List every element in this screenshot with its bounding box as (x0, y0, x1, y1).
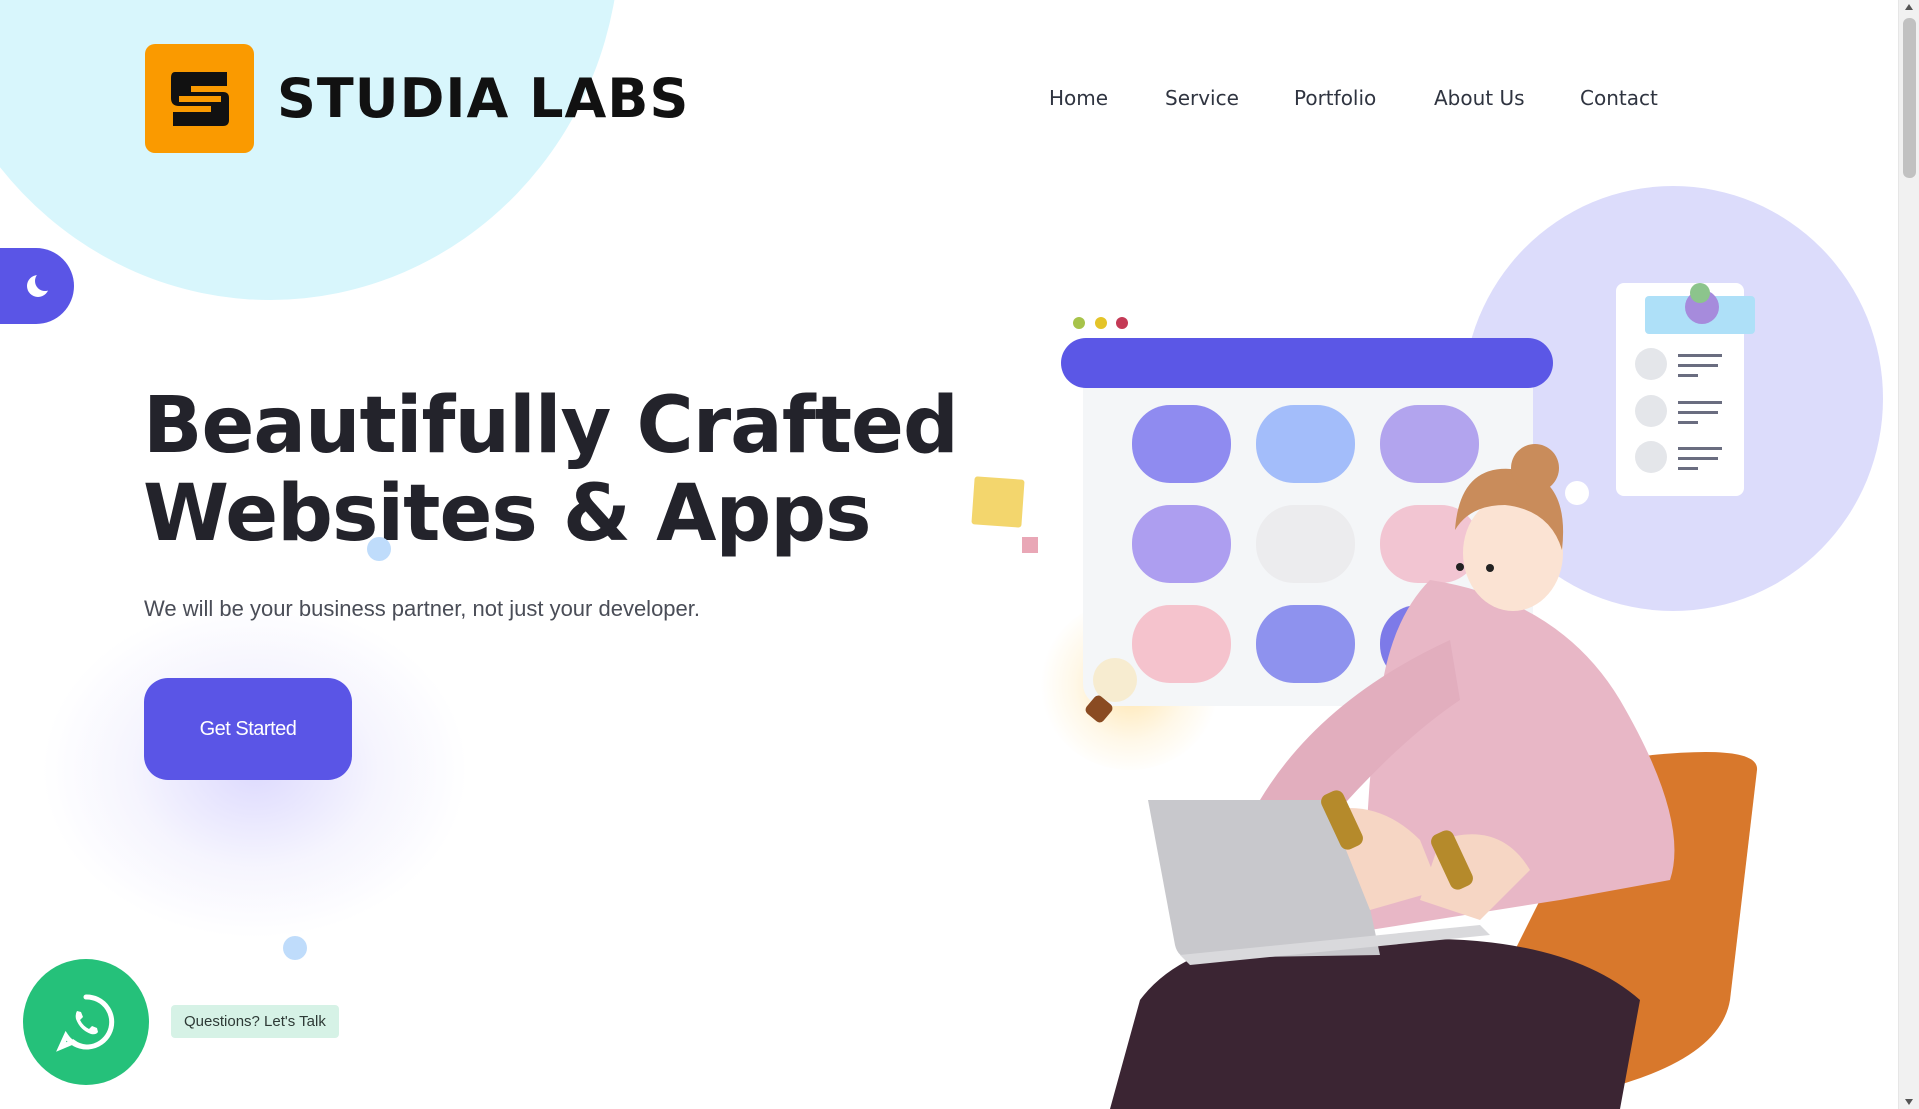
scroll-up-icon[interactable] (1905, 4, 1913, 10)
decorative-dot (367, 537, 391, 561)
decorative-bubble (1565, 481, 1589, 505)
decorative-cyan-blob (0, 0, 620, 300)
nav-portfolio[interactable]: Portfolio (1294, 84, 1376, 112)
dark-mode-toggle[interactable] (0, 248, 74, 324)
hero-title: Beautifully Crafted Websites & Apps (143, 382, 963, 558)
whatsapp-icon (56, 994, 115, 1052)
hero-title-line-2: Websites & Apps (143, 469, 872, 559)
scroll-down-icon[interactable] (1905, 1099, 1913, 1105)
moon-icon (27, 271, 55, 297)
decorative-lilac-blob (1463, 186, 1883, 611)
whatsapp-button[interactable] (23, 959, 149, 1085)
bulb-glow (1040, 600, 1220, 770)
landing-page: STUDIA LABS Home Service Portfolio About… (0, 0, 1898, 1109)
nav-about-us[interactable]: About Us (1434, 84, 1525, 112)
nav-contact[interactable]: Contact (1580, 84, 1658, 112)
scrollbar-thumb[interactable] (1903, 18, 1916, 178)
nav-service[interactable]: Service (1165, 84, 1239, 112)
brand-name[interactable]: STUDIA LABS (277, 64, 689, 134)
decorative-dot (283, 936, 307, 960)
vertical-scrollbar[interactable] (1898, 0, 1919, 1109)
get-started-button[interactable]: Get Started (144, 678, 352, 780)
hero-title-line-1: Beautifully Crafted (143, 381, 959, 471)
nav-home[interactable]: Home (1049, 84, 1108, 112)
hero-subtitle: We will be your business partner, not ju… (144, 596, 701, 621)
logo-icon[interactable] (145, 44, 254, 153)
whatsapp-label[interactable]: Questions? Let's Talk (171, 1005, 339, 1038)
